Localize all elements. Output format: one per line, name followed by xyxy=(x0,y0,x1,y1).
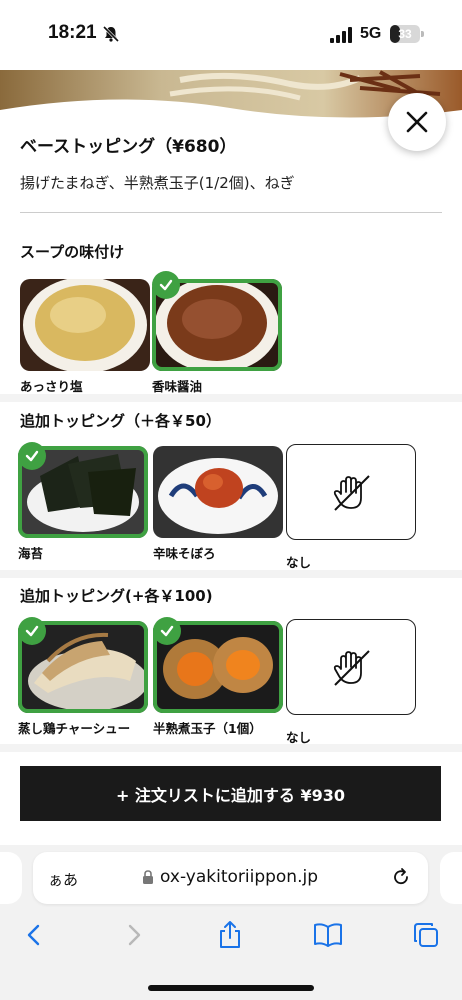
section-separator xyxy=(0,744,462,752)
book-icon xyxy=(314,923,342,947)
option-soy[interactable]: 香味醤油 xyxy=(152,271,282,395)
option-spicy-soboro[interactable]: 辛味そぼろ xyxy=(153,446,283,562)
url-text[interactable]: ox-yakitoriippon.jp xyxy=(160,867,318,887)
section-title-topping-50: 追加トッピング（＋各￥50） xyxy=(20,412,221,430)
battery-tip xyxy=(421,31,424,37)
option-label: あっさり塩 xyxy=(20,379,83,394)
share-button[interactable] xyxy=(213,918,247,952)
salt-soup-photo xyxy=(20,279,150,371)
option-salt[interactable]: あっさり塩 xyxy=(20,279,150,395)
divider xyxy=(20,212,442,213)
share-icon xyxy=(220,921,240,948)
option-label: 半熟煮玉子（1個） xyxy=(153,721,262,736)
option-label: 蒸し鶏チャーシュー xyxy=(18,721,131,736)
tabs-icon xyxy=(414,923,438,947)
chevron-left-icon xyxy=(27,924,40,946)
previous-tab-edge[interactable] xyxy=(0,852,22,904)
option-none[interactable]: なし xyxy=(286,444,416,571)
spicy-minced-photo xyxy=(153,446,283,538)
close-button[interactable] xyxy=(388,93,446,151)
base-topping-description: 揚げたまねぎ、半熟煮玉子(1/2個)、ねぎ xyxy=(20,174,295,192)
no-hand-icon xyxy=(286,619,416,715)
section-title-soup: スープの味付け xyxy=(20,243,125,261)
tabs-button[interactable] xyxy=(409,918,443,952)
option-label: 辛味そぼろ xyxy=(153,546,216,561)
chevron-right-icon xyxy=(128,924,141,946)
next-tab-edge[interactable] xyxy=(440,852,462,904)
no-hand-icon xyxy=(286,444,416,540)
forward-button[interactable] xyxy=(117,918,151,952)
network-label: 5G xyxy=(360,25,382,42)
option-egg[interactable]: 半熟煮玉子（1個） xyxy=(153,617,283,737)
option-none[interactable]: なし xyxy=(286,619,416,746)
battery-icon: 33 xyxy=(390,25,420,43)
option-label: 海苔 xyxy=(18,546,44,561)
battery-level: 33 xyxy=(398,27,412,41)
section-separator xyxy=(0,570,462,578)
bell-slash-icon xyxy=(102,25,120,43)
status-time: 18:21 xyxy=(48,22,97,43)
lock-icon xyxy=(143,870,153,884)
status-bar: 18:21 5G 33 xyxy=(0,0,462,70)
check-icon xyxy=(18,617,46,645)
section-title-topping-100: 追加トッピング(+各￥100) xyxy=(20,587,213,605)
back-button[interactable] xyxy=(17,918,51,952)
check-icon xyxy=(153,617,181,645)
signal-icon xyxy=(330,27,352,43)
bookmarks-button[interactable] xyxy=(311,918,345,952)
option-label: なし xyxy=(286,555,312,570)
check-icon xyxy=(18,442,46,470)
base-topping-title: ベーストッピング（¥680） xyxy=(20,137,237,157)
close-icon xyxy=(406,111,428,133)
home-indicator xyxy=(148,985,314,991)
page-settings-button[interactable]: ぁあ xyxy=(48,869,78,890)
add-to-order-button[interactable]: + 注文リストに追加する ¥930 xyxy=(20,766,441,821)
check-icon xyxy=(152,271,180,299)
option-nori[interactable]: 海苔 xyxy=(18,442,148,562)
option-chicken-chashu[interactable]: 蒸し鶏チャーシュー xyxy=(18,617,148,737)
option-label: 香味醤油 xyxy=(152,379,203,394)
section-separator xyxy=(0,394,462,402)
reload-icon[interactable] xyxy=(390,866,412,888)
